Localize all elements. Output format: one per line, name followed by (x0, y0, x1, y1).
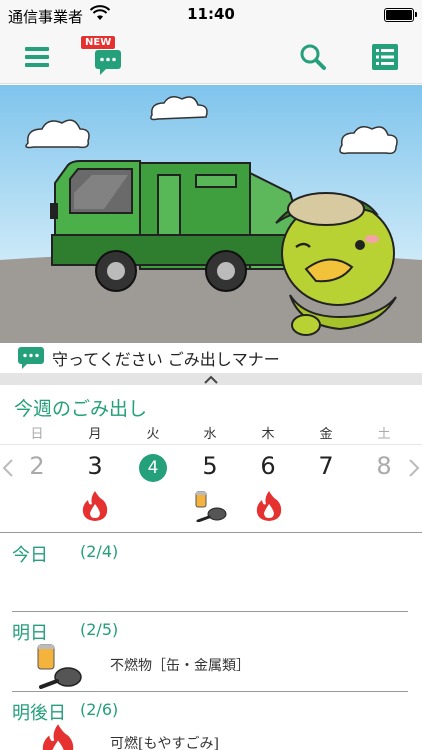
battery-icon (384, 8, 417, 22)
section-date: (2/6) (80, 700, 119, 719)
burnable-fire-icon (82, 491, 108, 521)
burnable-fire-icon (256, 491, 282, 521)
date-cell[interactable]: 3 (75, 452, 115, 480)
weekday-tue: 火 (146, 427, 160, 442)
date-cell[interactable]: 8 (364, 452, 404, 480)
date-cell[interactable]: 6 (248, 452, 288, 480)
list-button[interactable] (368, 30, 402, 84)
weekday-fri: 金 (319, 427, 333, 442)
notice-text: 守ってください ごみ出しマナー (52, 350, 280, 369)
divider (12, 691, 408, 692)
day-after-section: 明後日 (2/6) 可燃[もやすごみ] (0, 693, 422, 750)
can-metal-icon (37, 644, 82, 689)
chevron-up-icon (204, 375, 218, 384)
weekday-wed: 水 (203, 427, 217, 442)
new-badge: NEW (80, 35, 117, 50)
date-row: 2 3 4 5 6 7 8 (0, 448, 422, 488)
manner-notice-link[interactable]: 守ってください ごみ出しマナー (0, 343, 422, 373)
hero-illustration (0, 85, 422, 343)
chat-bubble-icon (18, 347, 44, 369)
clock-time: 11:40 (187, 5, 235, 23)
chevron-right-icon[interactable] (408, 458, 420, 478)
search-icon (300, 44, 326, 70)
weekday-thu: 木 (261, 427, 275, 442)
tomorrow-section: 明日 (2/5) 不燃物［缶・金属類］ (0, 613, 422, 693)
divider (0, 444, 422, 445)
menu-button[interactable] (20, 30, 54, 84)
nav-bar: NEW (0, 30, 422, 84)
collapse-handle[interactable] (0, 373, 422, 385)
date-cell[interactable]: 5 (190, 452, 230, 480)
section-date: (2/4) (80, 542, 119, 561)
weekday-row: 日 月 火 水 木 金 土 (0, 423, 422, 443)
hamburger-icon (25, 47, 49, 67)
section-title: 明日 (12, 623, 48, 644)
weekday-sun: 日 (30, 427, 44, 442)
trash-type-label: 可燃[もやすごみ] (110, 736, 219, 750)
weekday-sat: 土 (377, 427, 391, 442)
search-button[interactable] (296, 30, 330, 84)
can-metal-icon (195, 491, 227, 522)
chevron-left-icon[interactable] (2, 458, 14, 478)
list-icon (372, 44, 398, 70)
today-date[interactable]: 4 (139, 454, 167, 482)
weekday-mon: 月 (88, 427, 102, 442)
date-cell[interactable]: 2 (17, 452, 57, 480)
section-title: 今日 (12, 545, 48, 566)
status-bar: 通信事業者 11:40 (0, 0, 422, 30)
section-date: (2/5) (80, 620, 119, 639)
week-title: 今週のごみ出し (14, 398, 148, 420)
divider (12, 611, 408, 612)
burnable-fire-icon (42, 724, 74, 750)
today-section: 今日 (2/4) (0, 533, 422, 613)
chat-bubble-icon (95, 50, 121, 75)
trash-type-label: 不燃物［缶・金属類］ (110, 658, 250, 674)
news-button[interactable]: NEW (80, 30, 124, 84)
section-title: 明後日 (12, 703, 66, 724)
date-cell[interactable]: 7 (306, 452, 346, 480)
